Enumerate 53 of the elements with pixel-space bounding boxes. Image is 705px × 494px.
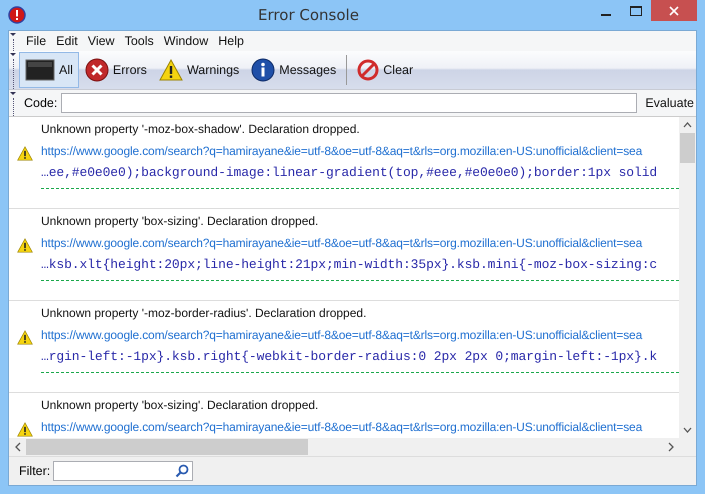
warning-icon: [17, 146, 33, 161]
window-title: Error Console: [257, 6, 360, 24]
filter-label: Filter:: [19, 464, 50, 478]
console-icon: [25, 59, 55, 81]
scrollbar-thumb[interactable]: [680, 133, 695, 163]
menu-item[interactable]: Window: [158, 31, 214, 51]
source-link[interactable]: https://www.google.com/search?q=hamirayane&ie=utf-8&oe=utf-8&aq=t&rls=org.mozilla:en-US:unofficial&client=sea: [41, 232, 679, 254]
menu-item[interactable]: Help: [213, 31, 249, 51]
warning-icon: [17, 238, 33, 253]
close-button[interactable]: [651, 0, 697, 21]
message-text: Unknown property '-moz-border-radius'. Declaration dropped.: [41, 305, 368, 322]
close-icon: [669, 6, 679, 16]
evaluate-button[interactable]: Evaluate: [641, 96, 696, 110]
chevron-right-icon: [668, 442, 674, 452]
message-text: Unknown property '-moz-box-shadow'. Declaration dropped.: [41, 121, 361, 138]
source-code-line: …ksb.xlt{height:20px;line-height:21px;min-width:35px}.ksb.mini{-moz-box-sizing:c: [41, 256, 658, 274]
grip-triangle-icon: [10, 33, 16, 37]
filter-field[interactable]: [53, 461, 194, 481]
info-icon: [251, 58, 276, 82]
maximize-icon: [630, 6, 642, 16]
grip-triangle-icon: [10, 92, 16, 96]
menu-item[interactable]: View: [82, 31, 120, 51]
warning-icon: [158, 59, 183, 81]
code-field[interactable]: [61, 93, 638, 113]
toolbar-grip[interactable]: [9, 51, 17, 89]
chevron-left-icon: [15, 442, 21, 452]
code-label: Code:: [24, 96, 58, 110]
no-entry-icon: [357, 59, 380, 81]
vertical-scrollbar[interactable]: [679, 117, 696, 438]
filter-tab[interactable]: All: [19, 52, 79, 88]
scrollbar-thumb[interactable]: [26, 439, 308, 455]
source-link[interactable]: https://www.google.com/search?q=hamirayane&ie=utf-8&oe=utf-8&aq=t&rls=org.mozilla:en-US:unofficial&client=sea: [41, 140, 679, 162]
source-link[interactable]: https://www.google.com/search?q=hamirayane&ie=utf-8&oe=utf-8&aq=t&rls=org.mozilla:en-US:unofficial&client=sea: [41, 324, 679, 346]
horizontal-scrollbar[interactable]: [9, 438, 696, 456]
source-code-line: …ee,#e0e0e0);background-image:linear-gradient(top,#eee,#e0e0e0);border:1px solid: [41, 164, 658, 182]
filter-tab[interactable]: Messages: [245, 52, 342, 88]
message-text: Unknown property 'box-sizing'. Declaration dropped.: [41, 397, 320, 414]
menu-item[interactable]: Tools: [120, 31, 159, 51]
message-text: Unknown property 'box-sizing'. Declaration dropped.: [41, 213, 320, 230]
menu-item[interactable]: Edit: [51, 31, 83, 51]
filter-tab[interactable]: Warnings: [152, 52, 246, 88]
warning-icon: [17, 330, 33, 345]
minimize-icon: [601, 14, 611, 16]
error-x-icon: [84, 58, 109, 82]
source-code-line: …rgin-left:-1px}.ksb.right{-webkit-border-radius:0 2px 2px 0;margin-left:-1px}.k: [41, 348, 658, 366]
filter-tab[interactable]: Errors: [78, 52, 153, 88]
clear-button[interactable]: Clear: [351, 52, 420, 88]
source-link[interactable]: https://www.google.com/search?q=hamirayane&ie=utf-8&oe=utf-8&aq=t&rls=org.mozilla:en-US:unofficial&client=sea: [41, 416, 642, 438]
app-alert-icon: [8, 6, 26, 24]
menu-item[interactable]: File: [21, 31, 52, 51]
grip-triangle-icon: [10, 53, 16, 57]
warning-icon: [17, 422, 33, 437]
search-icon: [175, 464, 190, 478]
